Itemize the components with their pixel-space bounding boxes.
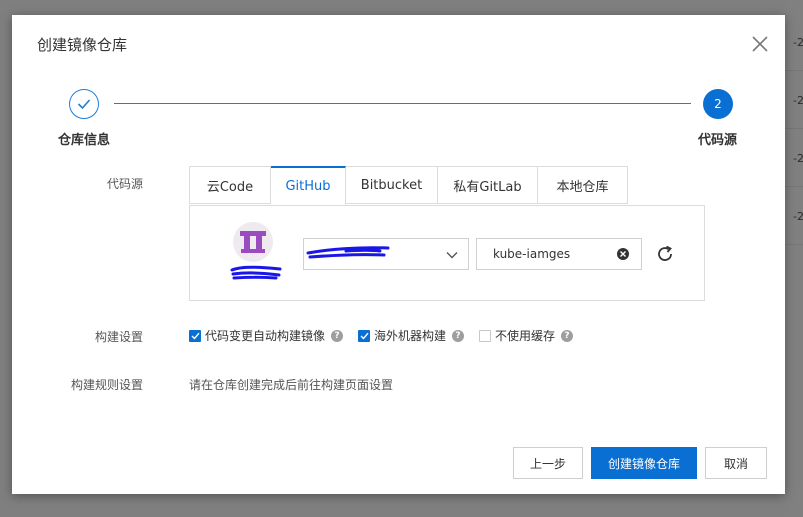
check-icon bbox=[77, 99, 91, 110]
option-label: 不使用缓存 bbox=[495, 329, 556, 343]
code-source-label: 代码源 bbox=[106, 177, 143, 191]
chevron-down-icon bbox=[446, 252, 458, 259]
help-icon[interactable]: ? bbox=[331, 329, 344, 342]
option-label: 海外机器构建 bbox=[374, 329, 447, 343]
tab-local-repo[interactable]: 本地仓库 bbox=[538, 166, 628, 204]
option-overseas-build[interactable]: 海外机器构建 ? bbox=[358, 327, 465, 344]
step-1-label: 仓库信息 bbox=[58, 133, 111, 148]
organization-select[interactable] bbox=[303, 238, 469, 270]
background-row-divider bbox=[785, 70, 803, 71]
dialog-title: 创建镜像仓库 bbox=[37, 36, 128, 54]
cancel-button[interactable]: 取消 bbox=[705, 447, 767, 479]
help-icon[interactable]: ? bbox=[561, 329, 574, 342]
background-row-divider bbox=[785, 186, 803, 187]
previous-step-button[interactable]: 上一步 bbox=[513, 447, 583, 479]
step-connector bbox=[114, 103, 691, 104]
close-icon bbox=[752, 36, 768, 52]
option-auto-build[interactable]: 代码变更自动构建镜像 ? bbox=[189, 327, 344, 344]
background-cell: -2 bbox=[793, 94, 803, 107]
background-cell: -2 bbox=[793, 36, 803, 49]
tab-github[interactable]: GitHub bbox=[271, 166, 346, 205]
background-row-divider bbox=[785, 244, 803, 245]
close-button[interactable] bbox=[749, 33, 771, 55]
redacted-username-scribble bbox=[230, 265, 282, 280]
background-cell: -2 bbox=[793, 152, 803, 165]
tab-yuncode[interactable]: 云Code bbox=[189, 166, 271, 204]
checkbox-unchecked-icon[interactable] bbox=[479, 329, 492, 342]
checkbox-checked-icon[interactable] bbox=[358, 329, 371, 342]
background-cell: -2 bbox=[793, 210, 803, 223]
source-tabs: 云Code GitHub Bitbucket 私有GitLab 本地仓库 bbox=[189, 166, 628, 206]
option-label: 代码变更自动构建镜像 bbox=[205, 329, 326, 343]
tab-private-gitlab[interactable]: 私有GitLab bbox=[438, 166, 538, 204]
step-1-indicator bbox=[69, 89, 99, 119]
checkbox-checked-icon[interactable] bbox=[189, 329, 201, 342]
background-row-divider bbox=[785, 128, 803, 129]
build-rules-label: 构建规则设置 bbox=[70, 378, 143, 392]
user-avatar-icon bbox=[240, 231, 266, 253]
build-settings-label: 构建设置 bbox=[94, 330, 143, 344]
tab-bitbucket[interactable]: Bitbucket bbox=[346, 166, 438, 204]
create-repo-dialog: 创建镜像仓库 2 仓库信息 代码源 代码源 云Code GitHub Bitbu… bbox=[12, 15, 785, 494]
github-source-panel bbox=[189, 205, 705, 301]
create-repo-button[interactable]: 创建镜像仓库 bbox=[591, 447, 697, 479]
step-2-label: 代码源 bbox=[698, 133, 738, 148]
avatar bbox=[233, 222, 273, 262]
build-options: 代码变更自动构建镜像 ? 海外机器构建 ? 不使用缓存 ? bbox=[189, 327, 588, 344]
background-page: -2 -2 -2 -2 bbox=[785, 0, 803, 517]
option-no-cache[interactable]: 不使用缓存 ? bbox=[479, 327, 574, 344]
help-icon[interactable]: ? bbox=[452, 329, 465, 342]
refresh-icon[interactable] bbox=[656, 245, 674, 263]
redacted-organization-scribble bbox=[306, 246, 390, 259]
step-2-indicator: 2 bbox=[703, 89, 733, 119]
clear-icon[interactable] bbox=[616, 247, 630, 261]
build-rules-hint: 请在仓库创建完成后前往构建页面设置 bbox=[189, 378, 394, 392]
